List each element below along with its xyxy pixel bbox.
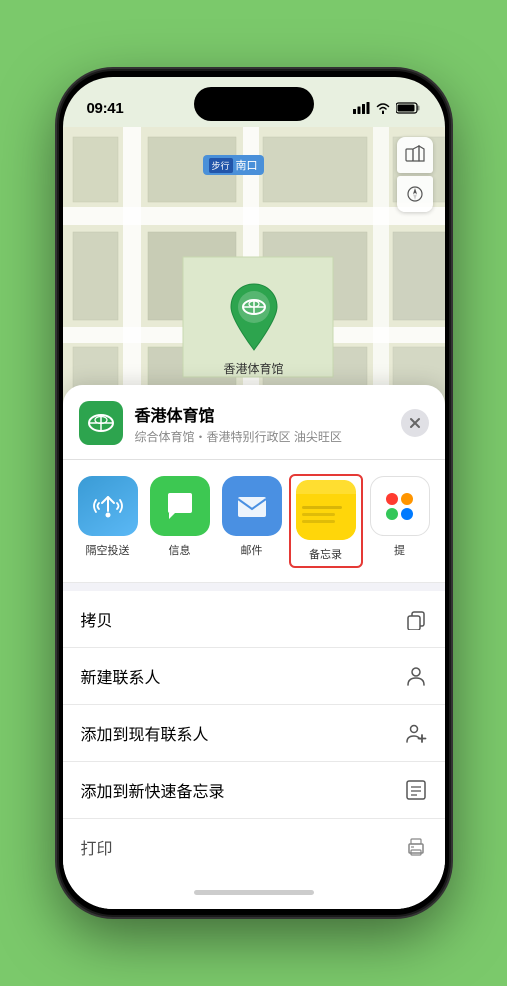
share-item-notes[interactable]: 备忘录	[291, 476, 361, 566]
messages-icon-bg	[150, 476, 210, 536]
share-row: 隔空投送 信息	[63, 460, 445, 583]
action-copy[interactable]: 拷贝	[63, 591, 445, 648]
phone-screen: 09:41	[63, 77, 445, 909]
action-quick-note[interactable]: 添加到新快速备忘录	[63, 762, 445, 819]
mail-icon-bg	[222, 476, 282, 536]
map-type-button[interactable]	[397, 137, 433, 173]
action-add-existing-label: 添加到现有联系人	[81, 721, 209, 745]
wifi-icon	[375, 102, 391, 114]
stadium-icon	[86, 408, 116, 438]
copy-icon	[405, 608, 427, 630]
map-pin-container: 香港体育馆	[223, 282, 283, 377]
share-item-messages[interactable]: 信息	[147, 476, 213, 566]
map-label: 步行 南口	[203, 155, 264, 175]
location-subtitle: 综合体育馆・香港特别行政区 油尖旺区	[135, 428, 389, 445]
more-dots-icon	[382, 489, 417, 524]
notes-icon-bg	[296, 480, 356, 540]
notes-icon-content	[296, 480, 356, 540]
more-icon-bg	[370, 476, 430, 536]
share-item-mail[interactable]: 邮件	[219, 476, 285, 566]
action-print[interactable]: 打印	[63, 819, 445, 875]
share-label-notes: 备忘录	[309, 546, 342, 562]
action-copy-label: 拷贝	[81, 607, 113, 631]
action-list: 拷贝 新建联系人	[63, 591, 445, 875]
location-icon	[79, 401, 123, 445]
location-info: 香港体育馆 综合体育馆・香港特别行政区 油尖旺区	[135, 402, 389, 445]
share-label-airdrop: 隔空投送	[86, 542, 130, 558]
person-add-icon	[405, 722, 427, 744]
bottom-sheet: 香港体育馆 综合体育馆・香港特别行政区 油尖旺区	[63, 385, 445, 909]
share-label-mail: 邮件	[241, 542, 263, 558]
signal-icon	[353, 102, 370, 114]
phone-frame: 09:41	[59, 71, 449, 915]
compass-button[interactable]	[397, 176, 433, 212]
share-label-messages: 信息	[169, 542, 191, 558]
messages-icon	[163, 489, 197, 523]
note-icon	[405, 779, 427, 801]
person-add-svg-icon	[405, 722, 427, 744]
status-time: 09:41	[87, 100, 124, 117]
map-label-prefix: 步行	[209, 158, 233, 173]
person-icon	[405, 665, 427, 687]
action-print-label: 打印	[81, 835, 113, 859]
location-header: 香港体育馆 综合体育馆・香港特别行政区 油尖旺区	[63, 385, 445, 460]
close-icon	[409, 417, 421, 429]
home-indicator-bar	[194, 890, 314, 895]
action-new-contact[interactable]: 新建联系人	[63, 648, 445, 705]
share-item-airdrop[interactable]: 隔空投送	[75, 476, 141, 566]
action-add-existing[interactable]: 添加到现有联系人	[63, 705, 445, 762]
action-new-contact-label: 新建联系人	[81, 664, 161, 688]
location-name: 香港体育馆	[135, 402, 389, 426]
close-button[interactable]	[401, 409, 429, 437]
share-label-more: 提	[394, 542, 405, 558]
dynamic-island	[194, 87, 314, 121]
airdrop-icon-bg	[78, 476, 138, 536]
map-label-text: 南口	[236, 157, 258, 173]
status-icons	[353, 102, 421, 114]
airdrop-icon	[91, 489, 125, 523]
map-pin	[225, 282, 281, 352]
print-svg-icon	[405, 836, 427, 858]
note-svg-icon	[405, 779, 427, 801]
map-type-icon	[405, 145, 425, 165]
map-pin-label: 香港体育馆	[223, 360, 283, 377]
mail-icon	[235, 489, 269, 523]
person-svg-icon	[405, 665, 427, 687]
map-controls	[397, 137, 433, 212]
share-item-more[interactable]: 提	[367, 476, 433, 566]
print-icon	[405, 836, 427, 858]
home-indicator	[63, 875, 445, 909]
battery-icon	[396, 102, 421, 114]
action-quick-note-label: 添加到新快速备忘录	[81, 778, 225, 802]
copy-svg-icon	[405, 608, 427, 630]
compass-icon	[406, 185, 424, 203]
